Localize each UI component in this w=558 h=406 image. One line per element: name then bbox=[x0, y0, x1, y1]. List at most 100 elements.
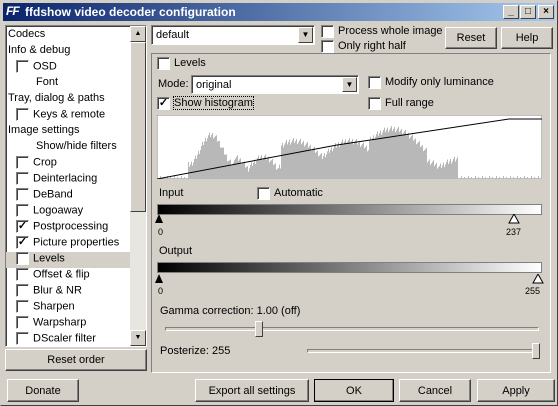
gamma-slider-thumb[interactable] bbox=[255, 321, 263, 337]
tree-item-label: Crop bbox=[33, 156, 57, 169]
tree-item[interactable]: Warpsharp bbox=[16, 316, 86, 332]
chevron-down-icon[interactable]: ▼ bbox=[298, 27, 313, 43]
tree-item-checkbox[interactable] bbox=[16, 300, 29, 313]
output-low-handle[interactable] bbox=[154, 274, 164, 284]
tree-item-checkbox[interactable] bbox=[16, 204, 29, 217]
tree-item[interactable]: Codecs bbox=[8, 28, 45, 44]
apply-button[interactable]: Apply bbox=[477, 379, 555, 402]
scroll-down-icon[interactable]: ▼ bbox=[130, 330, 146, 346]
input-gradient-bar bbox=[157, 204, 542, 215]
output-high-handle[interactable] bbox=[532, 274, 544, 284]
tree-item[interactable]: OSD bbox=[16, 60, 57, 76]
only-right-half-checkbox[interactable] bbox=[321, 40, 334, 53]
input-low-value: 0 bbox=[158, 227, 164, 237]
scroll-up-icon[interactable]: ▲ bbox=[130, 26, 146, 42]
tree-item[interactable]: Show/hide filters bbox=[36, 140, 117, 156]
tree-item[interactable]: DeBand bbox=[16, 188, 73, 204]
preset-value: default bbox=[156, 29, 190, 41]
tree-item-checkbox[interactable] bbox=[16, 252, 29, 265]
main-window: FF ffdshow video decoder configuration _… bbox=[0, 0, 558, 406]
modify-only-luminance-checkbox[interactable] bbox=[368, 76, 381, 89]
help-button[interactable]: Help bbox=[501, 27, 553, 49]
tree-item[interactable]: Logoaway bbox=[16, 204, 83, 220]
tree-item-label: Offset & flip bbox=[33, 268, 90, 281]
levels-enable-label: Levels bbox=[174, 57, 206, 69]
ffdshow-icon: FF bbox=[6, 4, 20, 18]
tree-item[interactable]: Offset & flip bbox=[16, 268, 90, 284]
filter-tree[interactable]: Codecs Info & debug OSD Font Tray, dialog & … bbox=[5, 25, 147, 347]
cancel-button[interactable]: Cancel bbox=[399, 379, 471, 402]
levels-enable-checkbox[interactable] bbox=[157, 57, 170, 70]
posterize-slider-thumb[interactable] bbox=[532, 343, 540, 359]
tree-item-checkbox[interactable]: ✓ bbox=[16, 236, 29, 249]
tree-item[interactable]: DScaler filter bbox=[16, 332, 96, 346]
tree-item-label: Keys & remote bbox=[33, 108, 106, 121]
tree-item-checkbox[interactable] bbox=[16, 316, 29, 329]
automatic-checkbox[interactable] bbox=[257, 187, 270, 200]
donate-button[interactable]: Donate bbox=[7, 379, 79, 402]
input-high-handle[interactable] bbox=[508, 214, 520, 224]
mode-label: Mode: bbox=[158, 78, 189, 90]
tree-item-checkbox[interactable]: ✓ bbox=[16, 220, 29, 233]
tree-item-checkbox[interactable] bbox=[16, 268, 29, 281]
chevron-down-icon[interactable]: ▼ bbox=[342, 77, 357, 92]
tree-item[interactable]: Info & debug bbox=[8, 44, 70, 60]
window-title: ffdshow video decoder configuration bbox=[25, 5, 236, 19]
tree-item[interactable]: Image settings bbox=[8, 124, 80, 140]
tree-item-label: DeBand bbox=[33, 188, 73, 201]
output-low-value: 0 bbox=[158, 286, 164, 296]
tree-item-checkbox[interactable] bbox=[16, 188, 29, 201]
posterize-slider-track[interactable] bbox=[307, 349, 539, 353]
tree-item-label: Levels bbox=[33, 252, 65, 265]
full-range-label: Full range bbox=[385, 97, 434, 109]
tree-item[interactable]: Blur & NR bbox=[16, 284, 82, 300]
tree-item[interactable]: ✓ Postprocessing bbox=[16, 220, 108, 236]
tree-item-checkbox[interactable] bbox=[16, 60, 29, 73]
tree-item-label: Info & debug bbox=[8, 44, 71, 56]
tree-item-checkbox[interactable] bbox=[16, 332, 29, 345]
tree-item-label: Blur & NR bbox=[33, 284, 82, 297]
full-range-checkbox[interactable] bbox=[368, 97, 381, 110]
output-high-value: 255 bbox=[525, 286, 541, 296]
tree-scrollbar[interactable]: ▲ ▼ bbox=[130, 26, 146, 346]
input-label: Input bbox=[159, 187, 184, 199]
export-settings-button[interactable]: Export all settings bbox=[195, 379, 309, 402]
tree-item-label: Picture properties bbox=[33, 236, 120, 249]
gamma-slider-track[interactable] bbox=[165, 327, 539, 331]
preset-select[interactable]: default ▼ bbox=[151, 25, 315, 45]
gamma-label: Gamma correction: 1.00 (off) bbox=[160, 305, 301, 317]
tree-item-checkbox[interactable] bbox=[16, 172, 29, 185]
tree-item[interactable]: Keys & remote bbox=[16, 108, 105, 124]
minimize-button[interactable]: _ bbox=[503, 5, 519, 19]
tree-item[interactable]: Deinterlacing bbox=[16, 172, 97, 188]
tree-item-label: Warpsharp bbox=[33, 316, 87, 329]
tree-item-checkbox[interactable] bbox=[16, 156, 29, 169]
input-low-handle[interactable] bbox=[154, 214, 164, 224]
tree-item[interactable]: Font bbox=[36, 76, 58, 92]
tree-item-label: Image settings bbox=[8, 124, 80, 136]
reset-order-button[interactable]: Reset order bbox=[5, 349, 147, 371]
mode-select[interactable]: original ▼ bbox=[191, 75, 359, 94]
tree-item-label: Sharpen bbox=[33, 300, 75, 313]
show-histogram-checkbox[interactable]: ✓ bbox=[157, 97, 170, 110]
tree-item-checkbox[interactable] bbox=[16, 108, 29, 121]
ok-button[interactable]: OK bbox=[314, 379, 394, 402]
process-whole-image-checkbox[interactable] bbox=[321, 25, 334, 38]
tree-item-label: Show/hide filters bbox=[36, 140, 117, 152]
tree-item-label: Tray, dialog & paths bbox=[8, 92, 105, 104]
tree-item-label: OSD bbox=[33, 60, 57, 73]
tree-item[interactable]: Sharpen bbox=[16, 300, 75, 316]
process-whole-image-label: Process whole image bbox=[338, 25, 443, 37]
output-gradient-bar bbox=[157, 262, 542, 273]
tree-item[interactable]: Levels bbox=[6, 252, 130, 268]
only-right-half-label: Only right half bbox=[338, 40, 406, 52]
maximize-button[interactable]: □ bbox=[520, 5, 536, 19]
tree-item[interactable]: Tray, dialog & paths bbox=[8, 92, 105, 108]
tree-item[interactable]: Crop bbox=[16, 156, 57, 172]
close-button[interactable]: × bbox=[538, 5, 554, 19]
title-bar: FF ffdshow video decoder configuration _… bbox=[3, 3, 555, 21]
tree-item[interactable]: ✓ Picture properties bbox=[16, 236, 119, 252]
scroll-thumb[interactable] bbox=[130, 42, 146, 212]
tree-item-checkbox[interactable] bbox=[16, 284, 29, 297]
reset-button[interactable]: Reset bbox=[445, 27, 497, 49]
